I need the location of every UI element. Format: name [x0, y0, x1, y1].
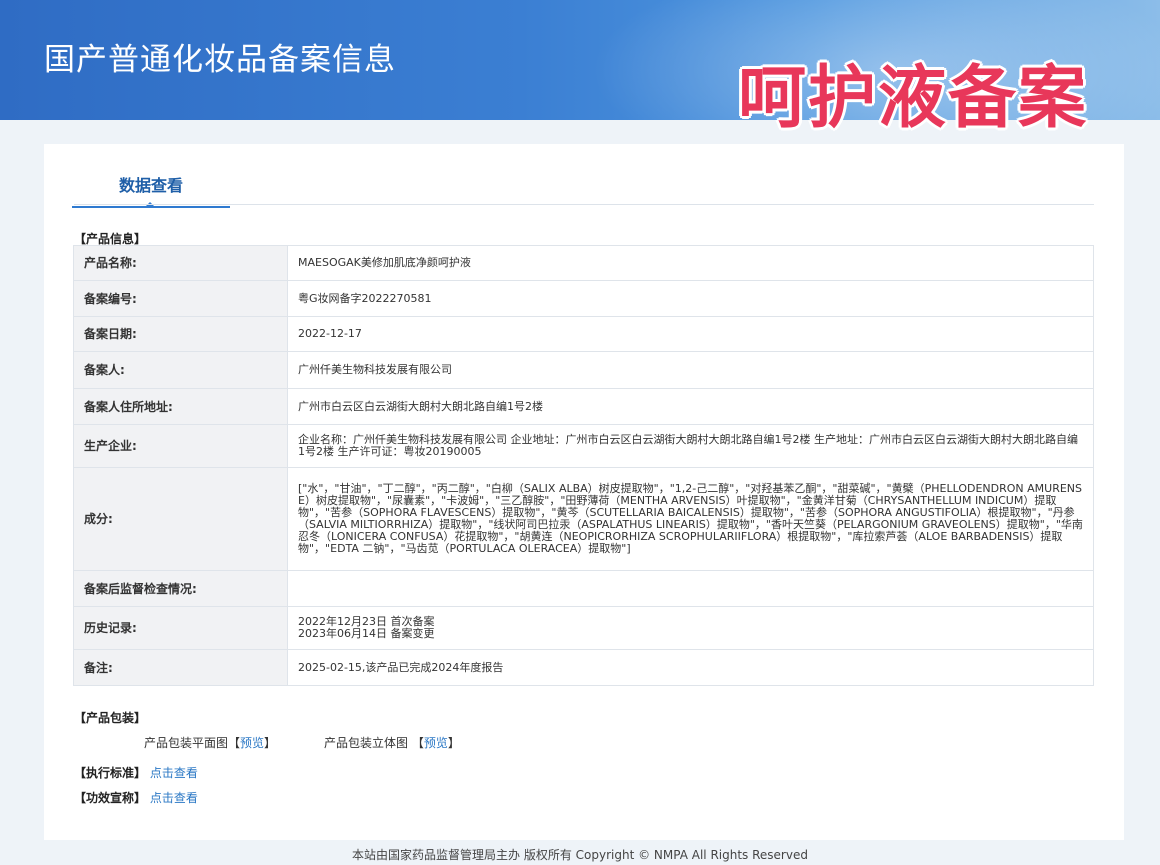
table-row: 备案日期: 2022-12-17 [73, 316, 1094, 352]
tab-active-indicator [144, 202, 156, 208]
standard-row: 【执行标准】 点击查看 [74, 764, 198, 781]
tab-divider [74, 204, 1094, 205]
field-value: 广州仟美生物科技发展有限公司 [287, 351, 1094, 389]
field-value-line: 广州市白云区白云湖街大朗村大朗北路自编1号2楼 [298, 399, 543, 413]
field-label: 历史记录: [73, 606, 288, 650]
field-value-line: MAESOGAK美修加肌底净颜呵护液 [298, 256, 471, 269]
field-value-line: 广州仟美生物科技发展有限公司 [298, 363, 452, 376]
field-value: 2022-12-17 [287, 316, 1094, 352]
packaging-title: 【产品包装】 [74, 711, 147, 725]
package-flat-label: 产品包装平面图 [144, 736, 229, 750]
field-label: 备案编号: [73, 280, 288, 317]
claims-view-link[interactable]: 点击查看 [150, 791, 198, 805]
field-value: 2025-02-15,该产品已完成2024年度报告 [287, 649, 1094, 686]
table-row: 生产企业: 企业名称：广州仟美生物科技发展有限公司 企业地址：广州市白云区白云湖街… [73, 424, 1094, 468]
field-value-line: 2025-02-15,该产品已完成2024年度报告 [298, 660, 504, 674]
field-value-line: 2022-12-17 [298, 327, 362, 340]
content-card: 数据查看 【产品信息】 产品名称: MAESOGAK美修加肌底净颜呵护液 备案编号:… [44, 144, 1124, 840]
field-value: 粤G妆网备字2022270581 [287, 280, 1094, 317]
table-row: 备注: 2025-02-15,该产品已完成2024年度报告 [73, 649, 1094, 686]
field-value-line: ["水"，"甘油"，"丁二醇"，"丙二醇"，"白柳（SALIX ALBA）树皮提… [298, 482, 1083, 555]
package-3d-label: 产品包装立体图 [324, 736, 409, 750]
tab-data-view[interactable]: 数据查看 [72, 170, 230, 208]
bracket: 】 [264, 736, 277, 750]
field-label: 备注: [73, 649, 288, 686]
field-label: 成分: [73, 467, 288, 571]
bracket: 【 [411, 736, 424, 750]
table-row: 备案人: 广州仟美生物科技发展有限公司 [73, 351, 1094, 389]
field-label: 备案人住所地址: [73, 388, 288, 425]
field-value: 企业名称：广州仟美生物科技发展有限公司 企业地址：广州市白云区白云湖街大朗村大朗… [287, 424, 1094, 468]
field-label: 备案后监督检查情况: [73, 570, 288, 607]
table-row: 备案编号: 粤G妆网备字2022270581 [73, 280, 1094, 317]
site-footer: 本站由国家药品监督管理局主办 版权所有 Copyright © NMPA All… [352, 848, 808, 862]
bracket: 】 [447, 736, 460, 750]
table-row: 历史记录: 2022年12月23日 首次备案 2023年06月14日 备案变更 [73, 606, 1094, 650]
bracket: 【 [228, 736, 241, 750]
site-title: 国产普通化妆品备案信息 [44, 42, 396, 78]
package-3d-item: 产品包装立体图 【预览】 [324, 734, 460, 751]
tab-label: 数据查看 [118, 176, 183, 195]
table-row: 备案人住所地址: 广州市白云区白云湖街大朗村大朗北路自编1号2楼 [73, 388, 1094, 425]
claims-row: 【功效宣称】 点击查看 [74, 789, 198, 806]
table-row: 备案后监督检查情况: [73, 570, 1094, 607]
field-value: 广州市白云区白云湖街大朗村大朗北路自编1号2楼 [287, 388, 1094, 425]
package-flat-item: 产品包装平面图【预览】 [144, 734, 276, 751]
field-label: 备案人: [73, 351, 288, 389]
field-value-line: 粤G妆网备字2022270581 [298, 291, 432, 305]
field-value: ["水"，"甘油"，"丁二醇"，"丙二醇"，"白柳（SALIX ALBA）树皮提… [287, 467, 1094, 571]
claims-label: 【功效宣称】 [74, 791, 147, 805]
package-flat-preview-link[interactable]: 预览 [240, 736, 264, 750]
table-row: 产品名称: MAESOGAK美修加肌底净颜呵护液 [73, 245, 1094, 281]
table-row: 成分: ["水"，"甘油"，"丁二醇"，"丙二醇"，"白柳（SALIX ALBA）… [73, 467, 1094, 571]
field-value: MAESOGAK美修加肌底净颜呵护液 [287, 245, 1094, 281]
field-value: 2022年12月23日 首次备案 2023年06月14日 备案变更 [287, 606, 1094, 650]
standard-view-link[interactable]: 点击查看 [150, 766, 198, 780]
field-value-line: 2023年06月14日 备案变更 [298, 627, 435, 640]
field-label: 备案日期: [73, 316, 288, 352]
package-3d-preview-link[interactable]: 预览 [424, 736, 448, 750]
field-label: 生产企业: [73, 424, 288, 468]
watermark-stamp: 呵护液备案 [738, 59, 1089, 138]
field-label: 产品名称: [73, 245, 288, 281]
field-value-line: 企业名称：广州仟美生物科技发展有限公司 企业地址：广州市白云区白云湖街大朗村大朗… [298, 433, 1078, 458]
standard-label: 【执行标准】 [74, 766, 147, 780]
field-value [287, 570, 1094, 607]
product-info-table: 产品名称: MAESOGAK美修加肌底净颜呵护液 备案编号: 粤G妆网备字202227… [73, 245, 1094, 686]
